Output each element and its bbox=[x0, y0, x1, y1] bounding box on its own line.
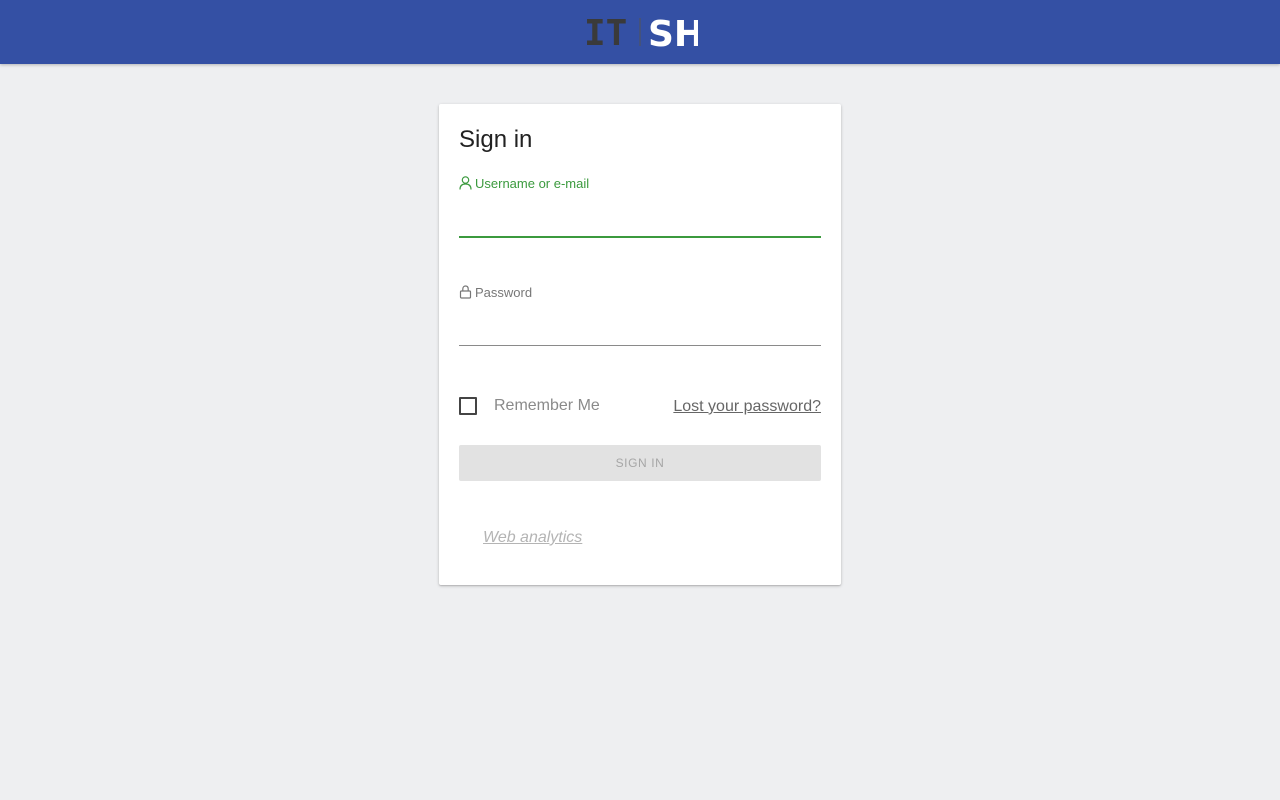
username-label: Username or e-mail bbox=[459, 174, 589, 192]
remember-me[interactable]: Remember Me bbox=[459, 397, 600, 415]
sign-in-button[interactable]: SIGN IN bbox=[459, 445, 821, 481]
password-label: Password bbox=[459, 283, 532, 301]
user-icon bbox=[459, 176, 472, 190]
username-label-text: Username or e-mail bbox=[475, 175, 590, 191]
web-analytics-link[interactable]: Web analytics bbox=[483, 529, 582, 547]
username-field[interactable] bbox=[459, 206, 821, 238]
lost-password-link[interactable]: Lost your password? bbox=[673, 398, 821, 416]
remember-me-checkbox[interactable] bbox=[459, 397, 477, 415]
lock-icon bbox=[459, 285, 472, 299]
signin-card: Sign in Username or e-mail Password Reme… bbox=[439, 104, 841, 585]
remember-me-label: Remember Me bbox=[494, 397, 600, 414]
page-title: Sign in bbox=[459, 126, 533, 153]
site-logo[interactable]: IT SH bbox=[584, 14, 698, 50]
top-bar: IT SH bbox=[0, 0, 1280, 64]
password-field[interactable] bbox=[459, 315, 821, 346]
password-label-text: Password bbox=[475, 284, 533, 300]
logo-text-sh: SH bbox=[648, 14, 698, 50]
logo-text-it: IT bbox=[584, 14, 627, 50]
